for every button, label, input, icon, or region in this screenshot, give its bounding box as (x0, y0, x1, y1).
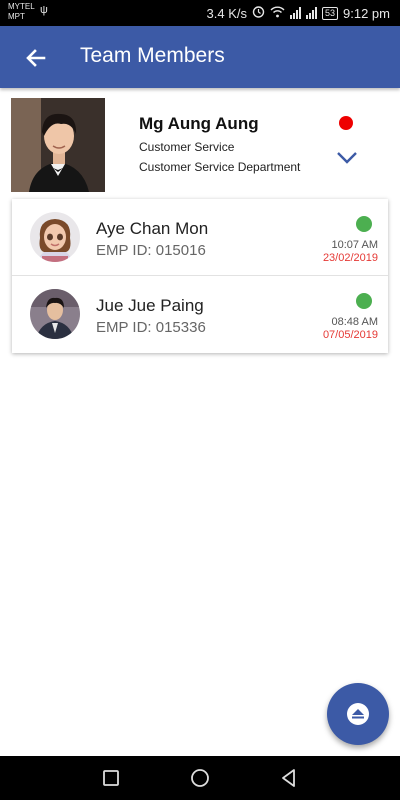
last-seen-date: 23/02/2019 (322, 252, 378, 264)
recent-apps-button[interactable] (101, 768, 121, 788)
list-item[interactable]: Aye Chan Mon EMP ID: 015016 10:07 AM 23/… (12, 199, 388, 276)
last-seen-date: 07/05/2019 (322, 329, 378, 341)
status-indicator-online (356, 216, 372, 232)
arrow-left-icon (26, 49, 46, 67)
back-button[interactable] (22, 44, 50, 72)
status-bar: MYTEL MPT ψ 3.4 K/s 53 9:12 pm (0, 0, 400, 26)
member-name: Jue Jue Paing (96, 296, 204, 315)
app-bar: Team Members (0, 26, 400, 88)
member-emp-id: EMP ID: 015336 (96, 319, 206, 336)
floating-action-button[interactable] (327, 683, 389, 745)
team-member-list: Aye Chan Mon EMP ID: 015016 10:07 AM 23/… (12, 199, 388, 353)
recent-apps-icon (103, 770, 119, 786)
member-emp-id: EMP ID: 015016 (96, 242, 206, 259)
carrier-info: MYTEL MPT (8, 2, 35, 22)
back-triangle-icon (282, 769, 295, 787)
profile-photo (11, 98, 105, 192)
system-nav-bar (0, 756, 400, 800)
avatar (30, 289, 80, 339)
wifi-icon (270, 6, 285, 21)
avatar (30, 212, 80, 262)
system-back-button[interactable] (279, 768, 299, 788)
carrier-name-1: MYTEL (8, 2, 35, 11)
home-button[interactable] (190, 768, 210, 788)
network-speed: 3.4 K/s (206, 5, 247, 21)
chevron-down-icon (337, 152, 357, 164)
list-item[interactable]: Jue Jue Paing EMP ID: 015336 08:48 AM 07… (12, 276, 388, 353)
profile-role: Customer Service (139, 140, 235, 154)
member-name: Aye Chan Mon (96, 219, 209, 238)
signal-icon-2 (306, 7, 317, 19)
clock-time: 9:12 pm (343, 5, 390, 21)
profile-header: Mg Aung Aung Customer Service Customer S… (0, 88, 400, 198)
last-seen-time: 08:48 AM (331, 316, 378, 328)
last-seen-time: 10:07 AM (331, 239, 378, 251)
profile-name: Mg Aung Aung (139, 114, 259, 133)
eject-icon (347, 703, 369, 725)
status-indicator-online (356, 293, 372, 309)
carrier-name-2: MPT (8, 12, 25, 21)
battery-level: 53 (322, 6, 339, 20)
home-icon (191, 769, 209, 787)
usb-icon: ψ (40, 4, 48, 16)
expand-button[interactable] (335, 150, 359, 166)
page-title: Team Members (80, 44, 225, 67)
profile-department: Customer Service Department (139, 160, 301, 174)
alarm-icon (252, 5, 265, 21)
status-indicator-offline (339, 116, 353, 130)
signal-icon (290, 7, 301, 19)
